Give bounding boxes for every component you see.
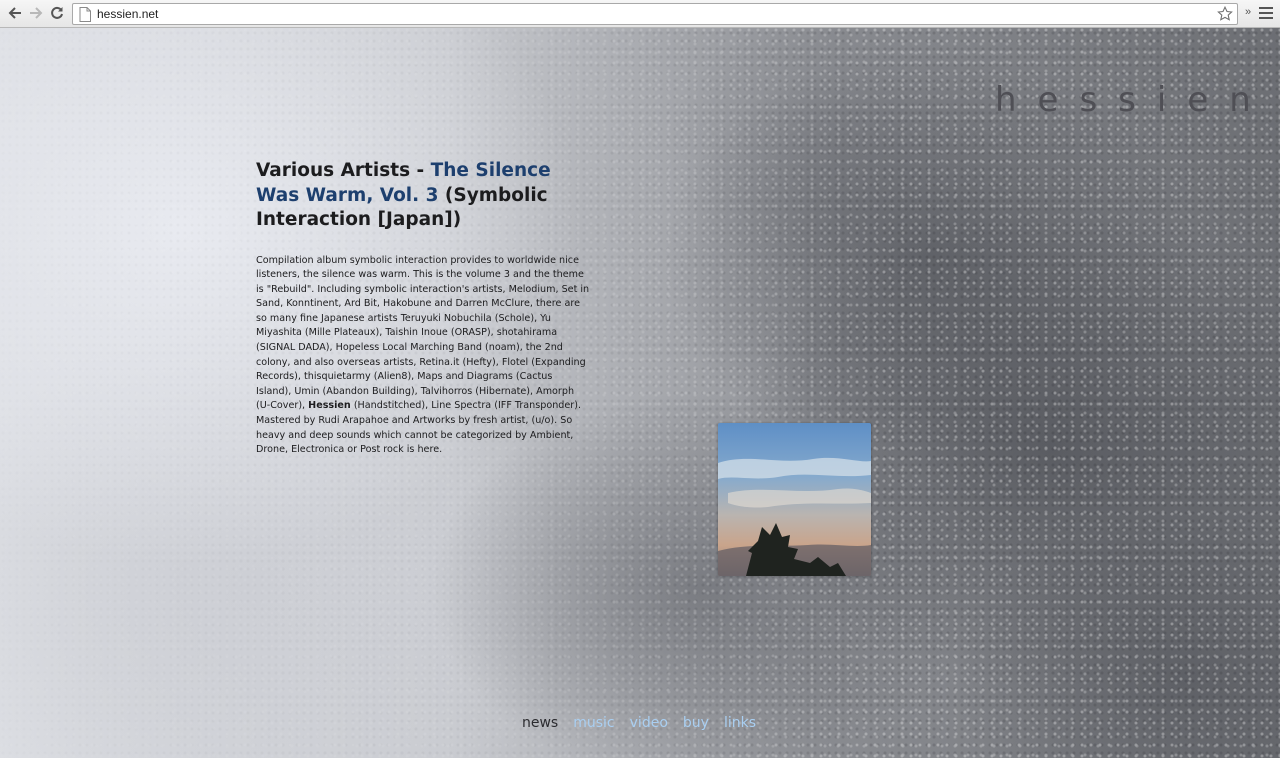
page-icon: [79, 7, 91, 22]
release-description: Compilation album symbolic interaction p…: [256, 254, 590, 458]
nav-news[interactable]: news: [522, 715, 558, 731]
back-arrow-icon[interactable]: [6, 5, 24, 23]
site-logo[interactable]: hessien: [995, 80, 1265, 120]
nav-buy[interactable]: buy: [683, 715, 709, 731]
forward-arrow-icon[interactable]: [27, 5, 45, 23]
background-rain-image: [0, 28, 1280, 758]
browser-toolbar: hessien.net »: [0, 0, 1280, 28]
page-viewport: hessien Various Artists - The Silence Wa…: [0, 28, 1280, 758]
hamburger-menu-icon[interactable]: [1259, 7, 1273, 21]
release-title: Various Artists - The Silence Was Warm, …: [256, 159, 590, 233]
star-icon[interactable]: [1217, 6, 1233, 22]
nav-links[interactable]: links: [724, 715, 756, 731]
nav-music[interactable]: music: [573, 715, 614, 731]
album-cover-image[interactable]: [718, 423, 871, 576]
description-bold: Hessien: [308, 400, 351, 412]
main-nav: news music video buy links: [522, 715, 771, 735]
nav-video[interactable]: video: [630, 715, 668, 731]
extensions-button[interactable]: »: [1243, 6, 1253, 18]
address-bar[interactable]: hessien.net: [72, 3, 1238, 25]
reload-icon[interactable]: [48, 5, 66, 23]
url-text: hessien.net: [97, 7, 159, 21]
description-part1: Compilation album symbolic interaction p…: [256, 254, 590, 412]
release-article: Various Artists - The Silence Was Warm, …: [256, 159, 590, 458]
title-prefix: Various Artists -: [256, 160, 431, 181]
